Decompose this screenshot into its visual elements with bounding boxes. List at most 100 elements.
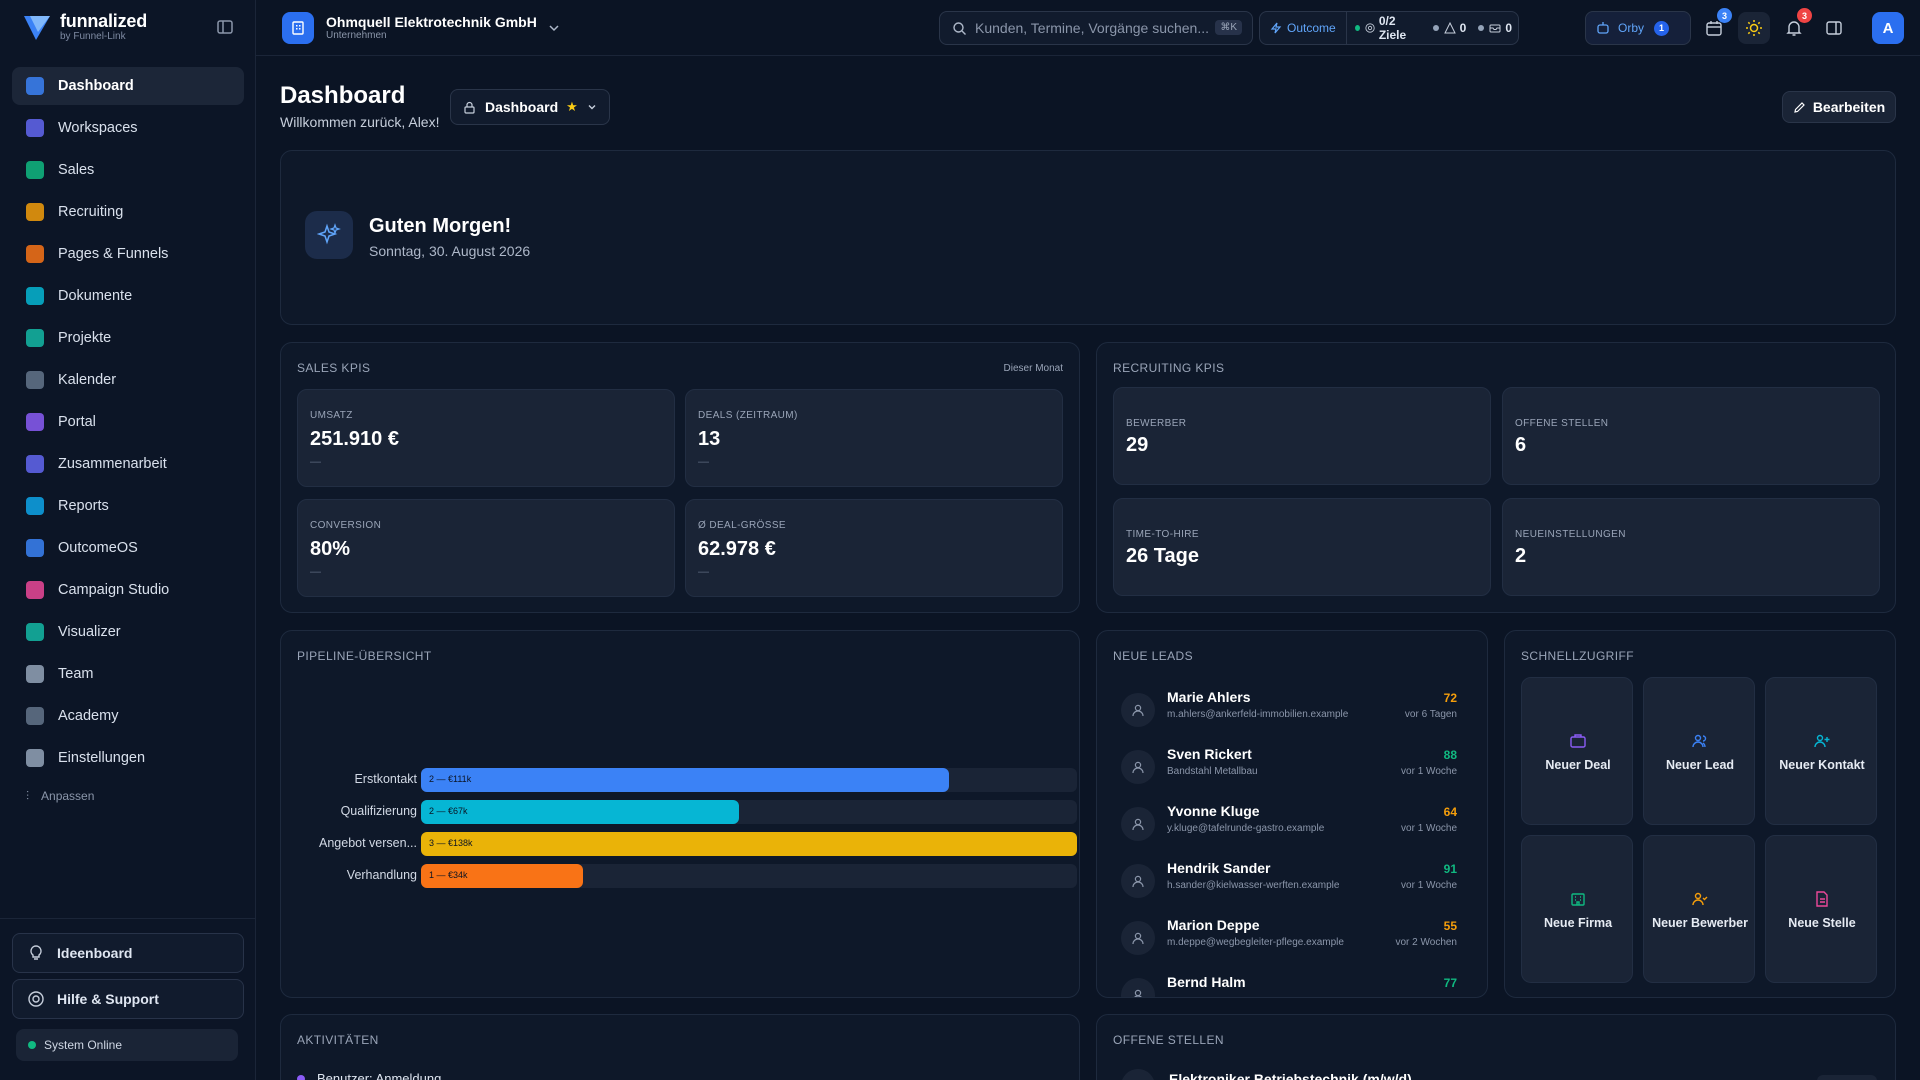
dashboard-select[interactable]: Dashboard ★ xyxy=(450,89,610,125)
sidebar-item-icon xyxy=(26,413,44,431)
logo[interactable]: funnalized by Funnel-Link xyxy=(22,12,147,42)
sidebar-item-icon xyxy=(26,287,44,305)
sidebar-item-label: Visualizer xyxy=(58,624,121,640)
sidebar-item-projekte[interactable]: Projekte xyxy=(12,319,244,357)
outcome-status-bar[interactable]: Outcome 0/2 Ziele 0 0 xyxy=(1259,11,1519,45)
user-avatar[interactable]: A xyxy=(1872,12,1904,44)
pipeline-stage-label: Verhandlung xyxy=(346,868,417,882)
activity-text: Benutzer: Anmeldung xyxy=(317,1071,442,1080)
lead-contact: y.kluge@tafelrunde-gastro.example xyxy=(1167,823,1325,834)
sidebar-item-label: OutcomeOS xyxy=(58,540,138,556)
pipeline-bar-label: 1 — €34k xyxy=(429,870,468,880)
target-icon xyxy=(1365,23,1375,33)
company-name: Ohmquell Elektrotechnik GmbH xyxy=(326,13,537,30)
quick-neue-firma-button[interactable]: Neue Firma xyxy=(1521,835,1633,983)
inbox-dot-icon xyxy=(1478,25,1485,31)
quick-neuer-bewerber-button[interactable]: Neuer Bewerber xyxy=(1643,835,1755,983)
sales-kpis-card: SALES KPIS Dieser Monat UMSATZ 251.910 €… xyxy=(280,342,1080,613)
sidebar-item-icon xyxy=(26,119,44,137)
sidebar-item-outcomeos[interactable]: OutcomeOS xyxy=(12,529,244,567)
sidebar-item-label: Dokumente xyxy=(58,288,133,304)
calendar-button[interactable]: 3 xyxy=(1698,8,1732,44)
customize-label: Anpassen xyxy=(41,789,95,803)
sidebar-item-recruiting[interactable]: Recruiting xyxy=(12,193,244,231)
sidebar-item-campaign-studio[interactable]: Campaign Studio xyxy=(12,571,244,609)
sidebar-item-reports[interactable]: Reports xyxy=(12,487,244,525)
briefcase-icon xyxy=(1570,734,1586,748)
lead-item[interactable]: Yvonne Kluge y.kluge@tafelrunde-gastro.ex… xyxy=(1109,797,1469,849)
sidebar-item-einstellungen[interactable]: Einstellungen xyxy=(12,739,244,777)
help-support-label: Hilfe & Support xyxy=(57,991,159,1007)
outcome-button[interactable]: Outcome xyxy=(1260,12,1347,44)
sales-kpis-period[interactable]: Dieser Monat xyxy=(1004,363,1063,374)
ideaboard-button[interactable]: Ideenboard xyxy=(12,933,244,973)
lead-score: 88 xyxy=(1443,748,1457,762)
sidebar-item-icon xyxy=(26,203,44,221)
edit-button[interactable]: Bearbeiten xyxy=(1782,91,1896,123)
status-dot-icon xyxy=(28,1041,36,1049)
sidebar-item-zusammenarbeit[interactable]: Zusammenarbeit xyxy=(12,445,244,483)
quick-access-title: SCHNELLZUGRIFF xyxy=(1521,649,1634,663)
dashboard-select-label: Dashboard xyxy=(485,99,559,115)
inbox-indicator[interactable]: 0 xyxy=(1472,12,1518,44)
sidebar-item-label: Reports xyxy=(58,498,109,514)
search-shortcut: ⌘K xyxy=(1215,20,1242,35)
notifications-button[interactable]: 3 xyxy=(1778,8,1812,44)
global-search[interactable]: Kunden, Termine, Vorgänge suchen... ⌘K xyxy=(939,11,1253,45)
help-support-button[interactable]: Hilfe & Support xyxy=(12,979,244,1019)
quick-neuer-kontakt-button[interactable]: Neuer Kontakt xyxy=(1765,677,1877,825)
job-action-button[interactable] xyxy=(1817,1075,1877,1080)
sidebar-item-label: Zusammenarbeit xyxy=(58,456,167,472)
lead-item[interactable]: Marion Deppe m.deppe@wegbegleiter-pflege.… xyxy=(1109,911,1469,963)
outcome-label: Outcome xyxy=(1287,21,1336,35)
sidebar-item-visualizer[interactable]: Visualizer xyxy=(12,613,244,651)
orby-button[interactable]: Orby 1 xyxy=(1585,11,1691,45)
job-title[interactable]: Elektroniker Betriebstechnik (m/w/d) xyxy=(1169,1071,1412,1080)
goals-indicator[interactable]: 0/2 Ziele xyxy=(1347,12,1427,44)
ideaboard-label: Ideenboard xyxy=(57,945,133,961)
quick-neue-stelle-button[interactable]: Neue Stelle xyxy=(1765,835,1877,983)
lead-score: 91 xyxy=(1443,862,1457,876)
building-icon xyxy=(282,12,314,44)
sidebar-item-team[interactable]: Team xyxy=(12,655,244,693)
user-icon xyxy=(1121,978,1155,997)
pipeline-row[interactable]: Erstkontakt 2 — €111k xyxy=(297,768,1077,792)
lead-item[interactable]: Hendrik Sander h.sander@kielwasser-werfte… xyxy=(1109,854,1469,906)
sidebar-item-icon xyxy=(26,749,44,767)
company-switcher[interactable]: Ohmquell Elektrotechnik GmbH Unternehmen xyxy=(282,12,561,44)
lead-item[interactable]: Marie Ahlers m.ahlers@ankerfeld-immobilie… xyxy=(1109,683,1469,735)
job-avatar xyxy=(1121,1069,1155,1080)
sidebar-item-academy[interactable]: Academy xyxy=(12,697,244,735)
activity-item[interactable]: Benutzer: Anmeldung xyxy=(297,1071,441,1080)
kpi-value: 26 Tage xyxy=(1126,545,1199,567)
user-plus-icon xyxy=(1814,734,1830,748)
alerts-indicator[interactable]: 0 xyxy=(1427,12,1473,44)
quick-neuer-lead-button[interactable]: Neuer Lead xyxy=(1643,677,1755,825)
theme-toggle-button[interactable] xyxy=(1738,12,1770,44)
inbox-icon xyxy=(1489,24,1501,33)
lead-score: 77 xyxy=(1443,976,1457,990)
quick-neuer-deal-button[interactable]: Neuer Deal xyxy=(1521,677,1633,825)
sidebar-item-pages-funnels[interactable]: Pages & Funnels xyxy=(12,235,244,273)
sidebar-item-kalender[interactable]: Kalender xyxy=(12,361,244,399)
sidebar-collapse-icon[interactable] xyxy=(216,18,234,36)
sidebar-item-dashboard[interactable]: Dashboard xyxy=(12,67,244,105)
kpi-label: Ø DEAL-GRÖSSE xyxy=(698,520,786,531)
lead-item[interactable]: Sven Rickert Bandstahl Metallbau 88 vor 1 W… xyxy=(1109,740,1469,792)
sidebar-item-sales[interactable]: Sales xyxy=(12,151,244,189)
sidebar-customize[interactable]: ⫶ Anpassen xyxy=(12,781,244,811)
user-icon xyxy=(1121,921,1155,955)
sidebar-item-label: Campaign Studio xyxy=(58,582,170,598)
sidebar-item-workspaces[interactable]: Workspaces xyxy=(12,109,244,147)
lead-name: Marie Ahlers xyxy=(1167,689,1251,705)
kpi-label: BEWERBER xyxy=(1126,418,1187,429)
pipeline-card: PIPELINE-ÜBERSICHT Erstkontakt 2 — €111k Q… xyxy=(280,630,1080,998)
lead-item[interactable]: Bernd Halm 77 xyxy=(1109,968,1469,997)
activities-card: AKTIVITÄTEN Benutzer: Anmeldung xyxy=(280,1014,1080,1080)
pipeline-row[interactable]: Qualifizierung 2 — €67k xyxy=(297,800,1077,824)
sidebar-item-portal[interactable]: Portal xyxy=(12,403,244,441)
pipeline-row[interactable]: Angebot versen... 3 — €138k xyxy=(297,832,1077,856)
panel-toggle-button[interactable] xyxy=(1818,12,1850,44)
pipeline-row[interactable]: Verhandlung 1 — €34k xyxy=(297,864,1077,888)
sidebar-item-dokumente[interactable]: Dokumente xyxy=(12,277,244,315)
